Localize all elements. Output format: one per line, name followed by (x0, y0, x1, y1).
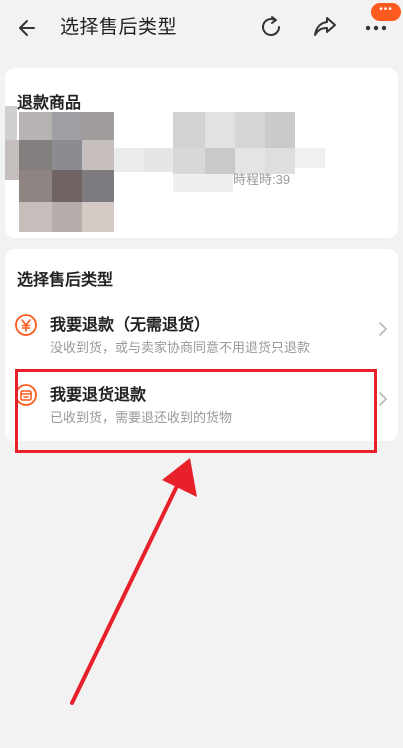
chevron-right-icon (379, 322, 387, 336)
notification-badge: ••• (371, 3, 401, 21)
yen-circle-icon (15, 314, 37, 336)
option-description: 没收到货，或与卖家协商同意不用退货只退款 (50, 340, 311, 355)
refund-only-option[interactable]: 我要退款（无需退货） 没收到货，或与卖家协商同意不用退货只退款 (5, 299, 398, 359)
refresh-icon[interactable] (257, 13, 285, 41)
after-sale-type-title: 选择售后类型 (17, 272, 114, 289)
page-title: 选择售后类型 (60, 17, 178, 38)
refund-product-card: 退款商品 時程時:39 (5, 68, 398, 238)
product-time-text: 時程時:39 (233, 172, 291, 187)
chevron-right-icon (379, 392, 387, 406)
top-bar: 选择售后类型 ••• (0, 0, 403, 56)
back-arrow-icon[interactable] (14, 14, 42, 42)
refund-product-title: 退款商品 (17, 95, 82, 112)
option-title: 我要退款（无需退货） (50, 317, 211, 334)
share-icon[interactable] (311, 13, 339, 41)
annotation-highlight-box (15, 369, 377, 453)
